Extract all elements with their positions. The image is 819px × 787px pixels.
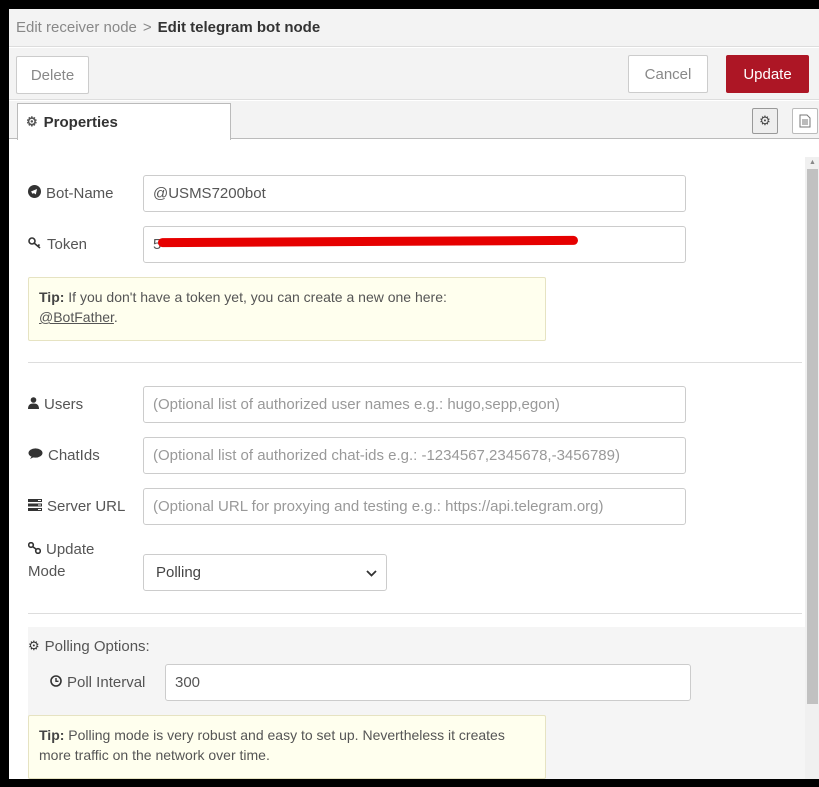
clock-icon <box>50 674 62 690</box>
chatids-input[interactable]: (Optional list of authorized chat-ids e.… <box>143 437 686 474</box>
gear-icon: ⚙ <box>26 114 38 129</box>
breadcrumb: Edit receiver node > Edit telegram bot n… <box>9 9 819 47</box>
section-divider <box>28 362 802 363</box>
comment-icon <box>28 447 43 463</box>
scrollbar-thumb[interactable] <box>807 169 818 704</box>
tip-prefix: Tip: <box>39 289 65 305</box>
delete-button[interactable]: Delete <box>16 56 89 94</box>
update-button[interactable]: Update <box>726 55 809 93</box>
token-label: Token <box>28 232 87 256</box>
user-icon <box>28 396 39 412</box>
scroll-up-arrow-icon[interactable]: ▲ <box>807 158 818 168</box>
tip-suffix: . <box>113 309 118 325</box>
update-mode-select[interactable]: Polling <box>143 554 387 591</box>
server-url-label: Server URL <box>28 494 125 518</box>
poll-interval-label: Poll Interval <box>50 670 145 694</box>
bot-name-label: Bot-Name <box>28 181 114 205</box>
tab-properties-label: Properties <box>43 113 118 131</box>
chevron-down-icon <box>366 566 377 580</box>
poll-interval-input[interactable]: 300 <box>165 664 691 701</box>
users-input[interactable]: (Optional list of authorized user names … <box>143 386 686 423</box>
description-tab-document-icon[interactable] <box>792 108 818 134</box>
key-icon <box>28 236 42 252</box>
tip-text: If you don't have a token yet, you can c… <box>64 289 447 305</box>
breadcrumb-separator: > <box>142 19 152 36</box>
update-mode-label: Update <box>27 537 94 561</box>
breadcrumb-current: Edit telegram bot node <box>157 19 321 36</box>
token-tip: Tip: If you don't have a token yet, you … <box>28 277 546 341</box>
cancel-button[interactable]: Cancel <box>628 55 708 93</box>
dialog-toolbar: Delete Cancel Update <box>9 48 819 100</box>
settings-tab-gear-icon[interactable]: ⚙ <box>752 108 778 134</box>
section-divider-2 <box>28 613 802 614</box>
update-mode-value: Polling <box>156 564 202 581</box>
polling-tip-prefix: Tip: <box>39 727 65 743</box>
tab-bar: ⚙ Properties ⚙ <box>9 101 819 140</box>
edit-dialog: Edit receiver node > Edit telegram bot n… <box>9 9 819 779</box>
tab-properties[interactable]: ⚙ Properties <box>17 103 231 140</box>
update-mode-label-line2: Mode <box>28 562 66 580</box>
breadcrumb-parent[interactable]: Edit receiver node <box>16 19 137 36</box>
server-icon <box>28 498 42 514</box>
botfather-link[interactable]: @BotFather <box>39 309 114 325</box>
link-icon <box>27 541 42 557</box>
chatids-label: ChatIds <box>28 443 100 467</box>
bot-name-input[interactable]: @USMS7200bot <box>143 175 686 212</box>
telegram-icon <box>28 185 41 201</box>
cogs-icon: ⚙ <box>28 638 40 653</box>
users-label: Users <box>28 392 83 416</box>
polling-tip: Tip: Polling mode is very robust and eas… <box>28 715 546 779</box>
polling-tip-text: Polling mode is very robust and easy to … <box>39 727 505 763</box>
polling-options-label: ⚙ Polling Options: <box>28 637 150 655</box>
server-url-input[interactable]: (Optional URL for proxying and testing e… <box>143 488 686 525</box>
